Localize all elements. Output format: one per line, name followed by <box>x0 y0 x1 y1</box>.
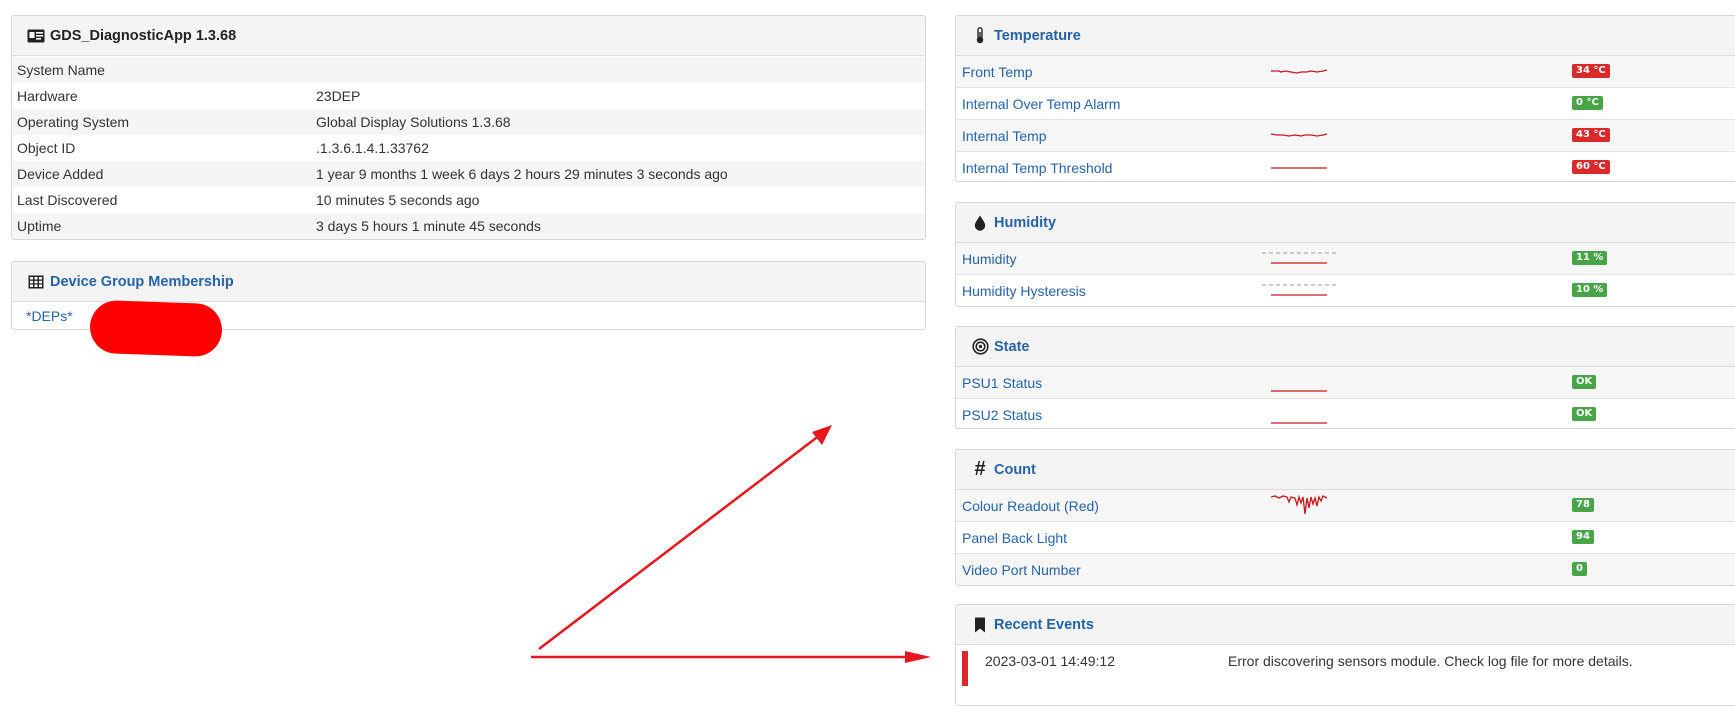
annotation-arrows <box>531 425 931 663</box>
